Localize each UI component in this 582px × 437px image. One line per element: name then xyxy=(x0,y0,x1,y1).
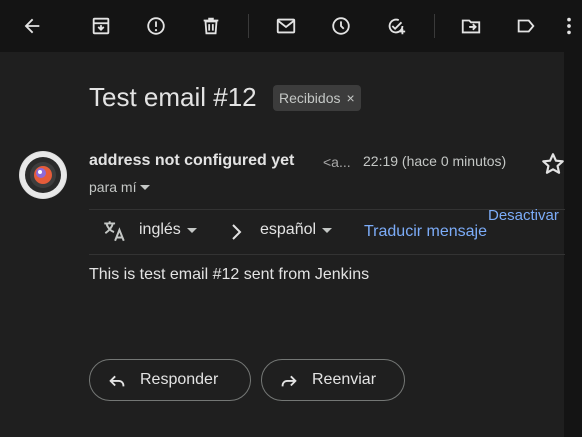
toolbar xyxy=(0,0,582,52)
archive-button[interactable] xyxy=(81,6,121,46)
snooze-icon xyxy=(332,17,350,35)
avatar[interactable] xyxy=(19,151,67,199)
email-subject: Test email #12 xyxy=(89,82,257,112)
recipients-toggle[interactable]: para mí xyxy=(89,179,151,195)
report-spam-icon xyxy=(147,17,165,35)
toolbar-divider xyxy=(434,14,435,38)
side-panel-edge xyxy=(564,52,582,437)
toolbar-divider xyxy=(248,14,249,38)
delete-button[interactable] xyxy=(191,6,231,46)
move-to-button[interactable] xyxy=(451,6,491,46)
mark-unread-button[interactable] xyxy=(266,6,306,46)
mark-unread-icon xyxy=(276,18,296,34)
timestamp: 22:19 (hace 0 minutos) xyxy=(363,153,507,169)
add-task-button[interactable] xyxy=(376,6,416,46)
source-language-select[interactable]: inglés xyxy=(139,221,197,239)
reply-button[interactable]: Responder xyxy=(89,359,251,401)
delete-icon xyxy=(203,17,219,35)
chevron-right-icon xyxy=(232,224,242,240)
forward-icon xyxy=(281,375,297,387)
label-icon xyxy=(517,19,535,33)
forward-button[interactable]: Reenviar xyxy=(261,359,405,401)
source-language-label: inglés xyxy=(139,221,181,238)
reply-icon xyxy=(109,375,125,387)
move-to-icon xyxy=(461,19,481,34)
target-language-label: español xyxy=(260,221,317,238)
email-body: This is test email #12 sent from Jenkins xyxy=(89,266,370,283)
snooze-button[interactable] xyxy=(321,6,361,46)
more-button[interactable] xyxy=(556,6,582,46)
label-chip[interactable]: Recibidos × xyxy=(273,85,361,111)
target-language-select[interactable]: español xyxy=(260,221,333,239)
more-icon xyxy=(567,17,571,35)
archive-icon xyxy=(92,17,110,35)
add-task-icon xyxy=(388,18,406,35)
reply-label: Responder xyxy=(140,371,219,388)
forward-label: Reenviar xyxy=(312,371,377,388)
chevron-down-icon xyxy=(140,184,151,190)
sender-name: address not configured yet xyxy=(89,152,295,169)
translate-message-link[interactable]: Traducir mensaje xyxy=(364,223,487,241)
report-spam-button[interactable] xyxy=(136,6,176,46)
star-icon[interactable] xyxy=(540,151,566,177)
chevron-down-icon xyxy=(322,227,333,233)
translate-icon xyxy=(104,221,125,242)
label-chip-text: Recibidos xyxy=(279,90,341,106)
back-button[interactable] xyxy=(12,6,52,46)
disable-translation-link[interactable]: Desactivar xyxy=(488,207,559,224)
chevron-down-icon xyxy=(186,227,197,233)
back-icon xyxy=(24,18,40,34)
remove-label-icon[interactable]: × xyxy=(346,90,354,106)
recipients-label: para mí xyxy=(89,179,137,195)
camera-lens-icon xyxy=(20,152,66,198)
label-button[interactable] xyxy=(506,6,546,46)
sender-email: <a... xyxy=(323,154,351,170)
